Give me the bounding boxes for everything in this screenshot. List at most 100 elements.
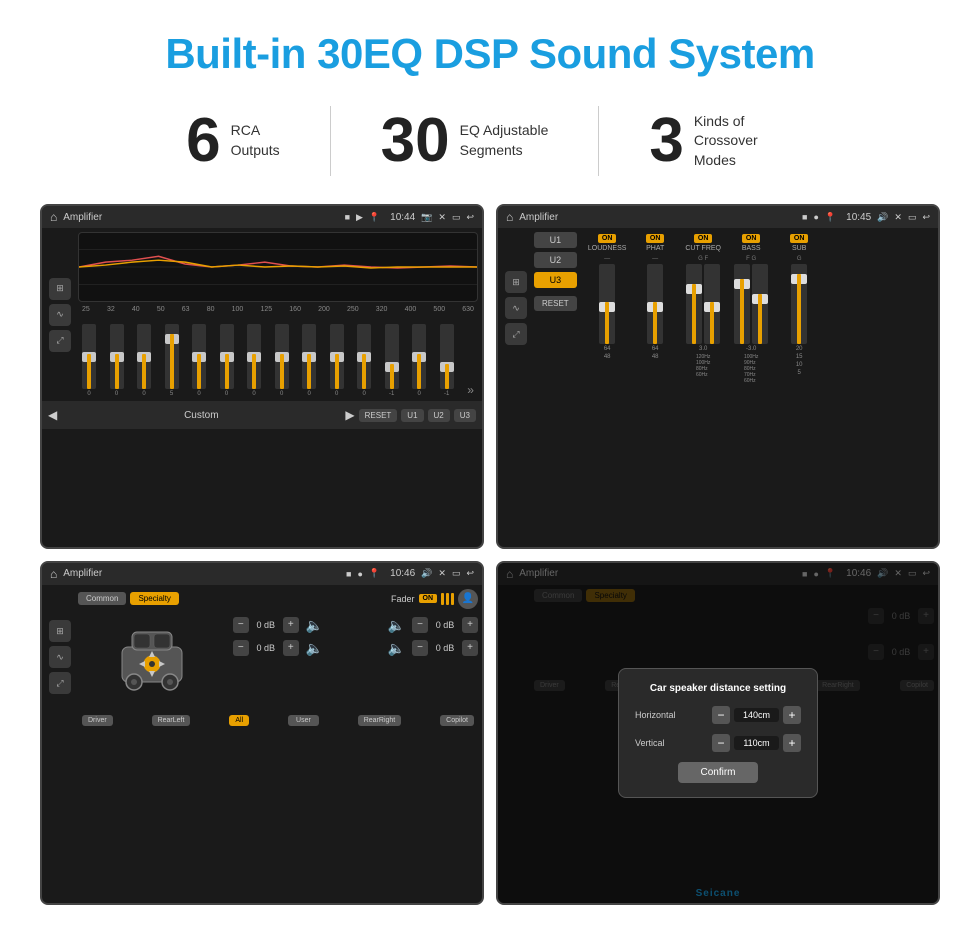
phat-on-badge[interactable]: ON: [646, 234, 665, 243]
xover-status-bar: ⌂ Amplifier ■ ● 📍 10:45 🔊 ✕ ▭ ↩: [498, 206, 938, 228]
xover-home-icon[interactable]: ⌂: [506, 210, 513, 224]
fader-topleft-plus[interactable]: +: [283, 617, 299, 633]
person-icon[interactable]: 👤: [458, 589, 478, 609]
eq-prev-btn[interactable]: ◀: [48, 408, 57, 422]
eq-graph: [78, 232, 478, 302]
eq-slider-14[interactable]: -1: [440, 324, 454, 397]
fader-status-bar: ⌂ Amplifier ■ ● 📍 10:46 🔊 ✕ ▭ ↩: [42, 563, 482, 585]
eq-expand-btn[interactable]: ⤢: [49, 330, 71, 352]
eq-slider-10[interactable]: 0: [330, 324, 344, 397]
back-icon[interactable]: ↩: [466, 212, 474, 223]
stat-rca-number: 6: [186, 110, 220, 172]
xover-time: 10:45: [846, 212, 871, 223]
eq-slider-8[interactable]: 0: [275, 324, 289, 397]
xover-back-icon[interactable]: ↩: [922, 212, 930, 223]
eq-wave-btn[interactable]: ∿: [49, 304, 71, 326]
xover-close-icon[interactable]: ✕: [894, 212, 902, 223]
xover-u3-btn[interactable]: U3: [534, 272, 577, 288]
fader-rearright-btn[interactable]: RearRight: [358, 715, 402, 726]
fader-location-icon: 📍: [369, 568, 380, 579]
eq-slider-9[interactable]: 0: [302, 324, 316, 397]
fader-user-btn[interactable]: User: [288, 715, 319, 726]
fader-rearleft-btn[interactable]: RearLeft: [152, 715, 191, 726]
eq-reset-btn[interactable]: RESET: [359, 409, 398, 422]
fader-common-tab[interactable]: Common: [78, 592, 126, 605]
fader-home-icon[interactable]: ⌂: [50, 567, 57, 581]
eq-slider-13[interactable]: 0: [412, 324, 426, 397]
distance-dialog: Car speaker distance setting Horizontal …: [618, 668, 818, 798]
car-svg: [112, 617, 192, 707]
fader-bottomleft-plus[interactable]: +: [283, 640, 299, 656]
eq-slider-2[interactable]: 0: [110, 324, 124, 397]
stat-crossover-number: 3: [649, 110, 683, 172]
fader-driver-btn[interactable]: Driver: [82, 715, 113, 726]
loudness-val: 64: [604, 346, 611, 352]
fader-close-icon[interactable]: ✕: [438, 568, 446, 579]
fader-eq-btn[interactable]: ⊞: [49, 620, 71, 642]
fader-vol-icon: 🔊: [421, 568, 432, 579]
fader-specialty-tab[interactable]: Specialty: [130, 592, 178, 605]
bass-val: -3.0: [746, 346, 756, 352]
stat-rca-text: RCAOutputs: [231, 121, 280, 160]
xover-record-icon: ■: [802, 212, 807, 222]
fader-bottomleft-val: 0 dB: [252, 643, 280, 653]
xover-u2-btn[interactable]: U2: [534, 252, 577, 268]
confirm-button[interactable]: Confirm: [678, 762, 758, 783]
close-icon[interactable]: ✕: [438, 212, 446, 223]
fader-bottomleft-minus[interactable]: −: [233, 640, 249, 656]
distance-screen: ⌂ Amplifier ■ ● 📍 10:46 🔊 ✕ ▭ ↩ Common S…: [496, 561, 940, 906]
fader-bottomleft-speaker: 🔈: [306, 640, 323, 657]
xover-reset-btn[interactable]: RESET: [534, 296, 577, 311]
xover-vol-icon: 🔊: [877, 212, 888, 223]
fader-topright-minus[interactable]: −: [412, 617, 428, 633]
xover-loudness: ON LOUDNESS — 64 48: [585, 234, 630, 360]
home-icon[interactable]: ⌂: [50, 210, 57, 224]
eq-slider-7[interactable]: 0: [247, 324, 261, 397]
eq-content: ⊞ ∿ ⤢: [42, 228, 482, 401]
horizontal-plus-btn[interactable]: +: [783, 706, 801, 724]
xover-wave-btn[interactable]: ∿: [505, 297, 527, 319]
fader-topright-plus[interactable]: +: [462, 617, 478, 633]
eq-slider-11[interactable]: 0: [357, 324, 371, 397]
xover-expand-btn[interactable]: ⤢: [505, 323, 527, 345]
xover-eq-btn[interactable]: ⊞: [505, 271, 527, 293]
cutfreq-on-badge[interactable]: ON: [694, 234, 713, 243]
xover-u1-btn[interactable]: U1: [534, 232, 577, 248]
eq-u3-btn[interactable]: U3: [454, 409, 476, 422]
eq-eq-btn[interactable]: ⊞: [49, 278, 71, 300]
stat-eq-number: 30: [381, 110, 450, 172]
fader-copilot-btn[interactable]: Copilot: [440, 715, 474, 726]
fader-expand-btn[interactable]: ⤢: [49, 672, 71, 694]
fader-on-badge[interactable]: ON: [419, 594, 438, 603]
eq-screen: ⌂ Amplifier ■ ▶ 📍 10:44 📷 ✕ ▭ ↩ ⊞ ∿ ⤢: [40, 204, 484, 549]
sub-on-badge[interactable]: ON: [790, 234, 809, 243]
bass-sliders: [734, 264, 768, 344]
bass-on-badge[interactable]: ON: [742, 234, 761, 243]
vertical-plus-btn[interactable]: +: [783, 734, 801, 752]
fader-back-icon[interactable]: ↩: [466, 568, 474, 579]
more-icon[interactable]: »: [467, 383, 474, 397]
eq-next-btn[interactable]: ▶: [345, 408, 354, 422]
eq-main-area: 25 32 40 50 63 80 100 125 160 200 250 32…: [78, 232, 478, 397]
fader-wave-btn[interactable]: ∿: [49, 646, 71, 668]
sub-val2: 15: [796, 354, 803, 360]
fader-topleft-minus[interactable]: −: [233, 617, 249, 633]
eq-slider-3[interactable]: 0: [137, 324, 151, 397]
fader-bottomright-minus[interactable]: −: [412, 640, 428, 656]
vertical-control: − 110cm +: [712, 734, 801, 752]
loudness-on-badge[interactable]: ON: [598, 234, 617, 243]
sub-label: SUB: [792, 245, 806, 252]
fader-bottomright-plus[interactable]: +: [462, 640, 478, 656]
eq-slider-5[interactable]: 0: [192, 324, 206, 397]
eq-slider-1[interactable]: 0: [82, 324, 96, 397]
vertical-minus-btn[interactable]: −: [712, 734, 730, 752]
eq-u1-btn[interactable]: U1: [401, 409, 423, 422]
horizontal-minus-btn[interactable]: −: [712, 706, 730, 724]
eq-slider-12[interactable]: -1: [385, 324, 399, 397]
eq-u2-btn[interactable]: U2: [428, 409, 450, 422]
eq-slider-6[interactable]: 0: [220, 324, 234, 397]
fader-all-btn[interactable]: All: [229, 715, 249, 726]
fader-time: 10:46: [390, 568, 415, 579]
fader-car-center: [78, 617, 227, 707]
eq-slider-4[interactable]: 5: [165, 324, 179, 397]
